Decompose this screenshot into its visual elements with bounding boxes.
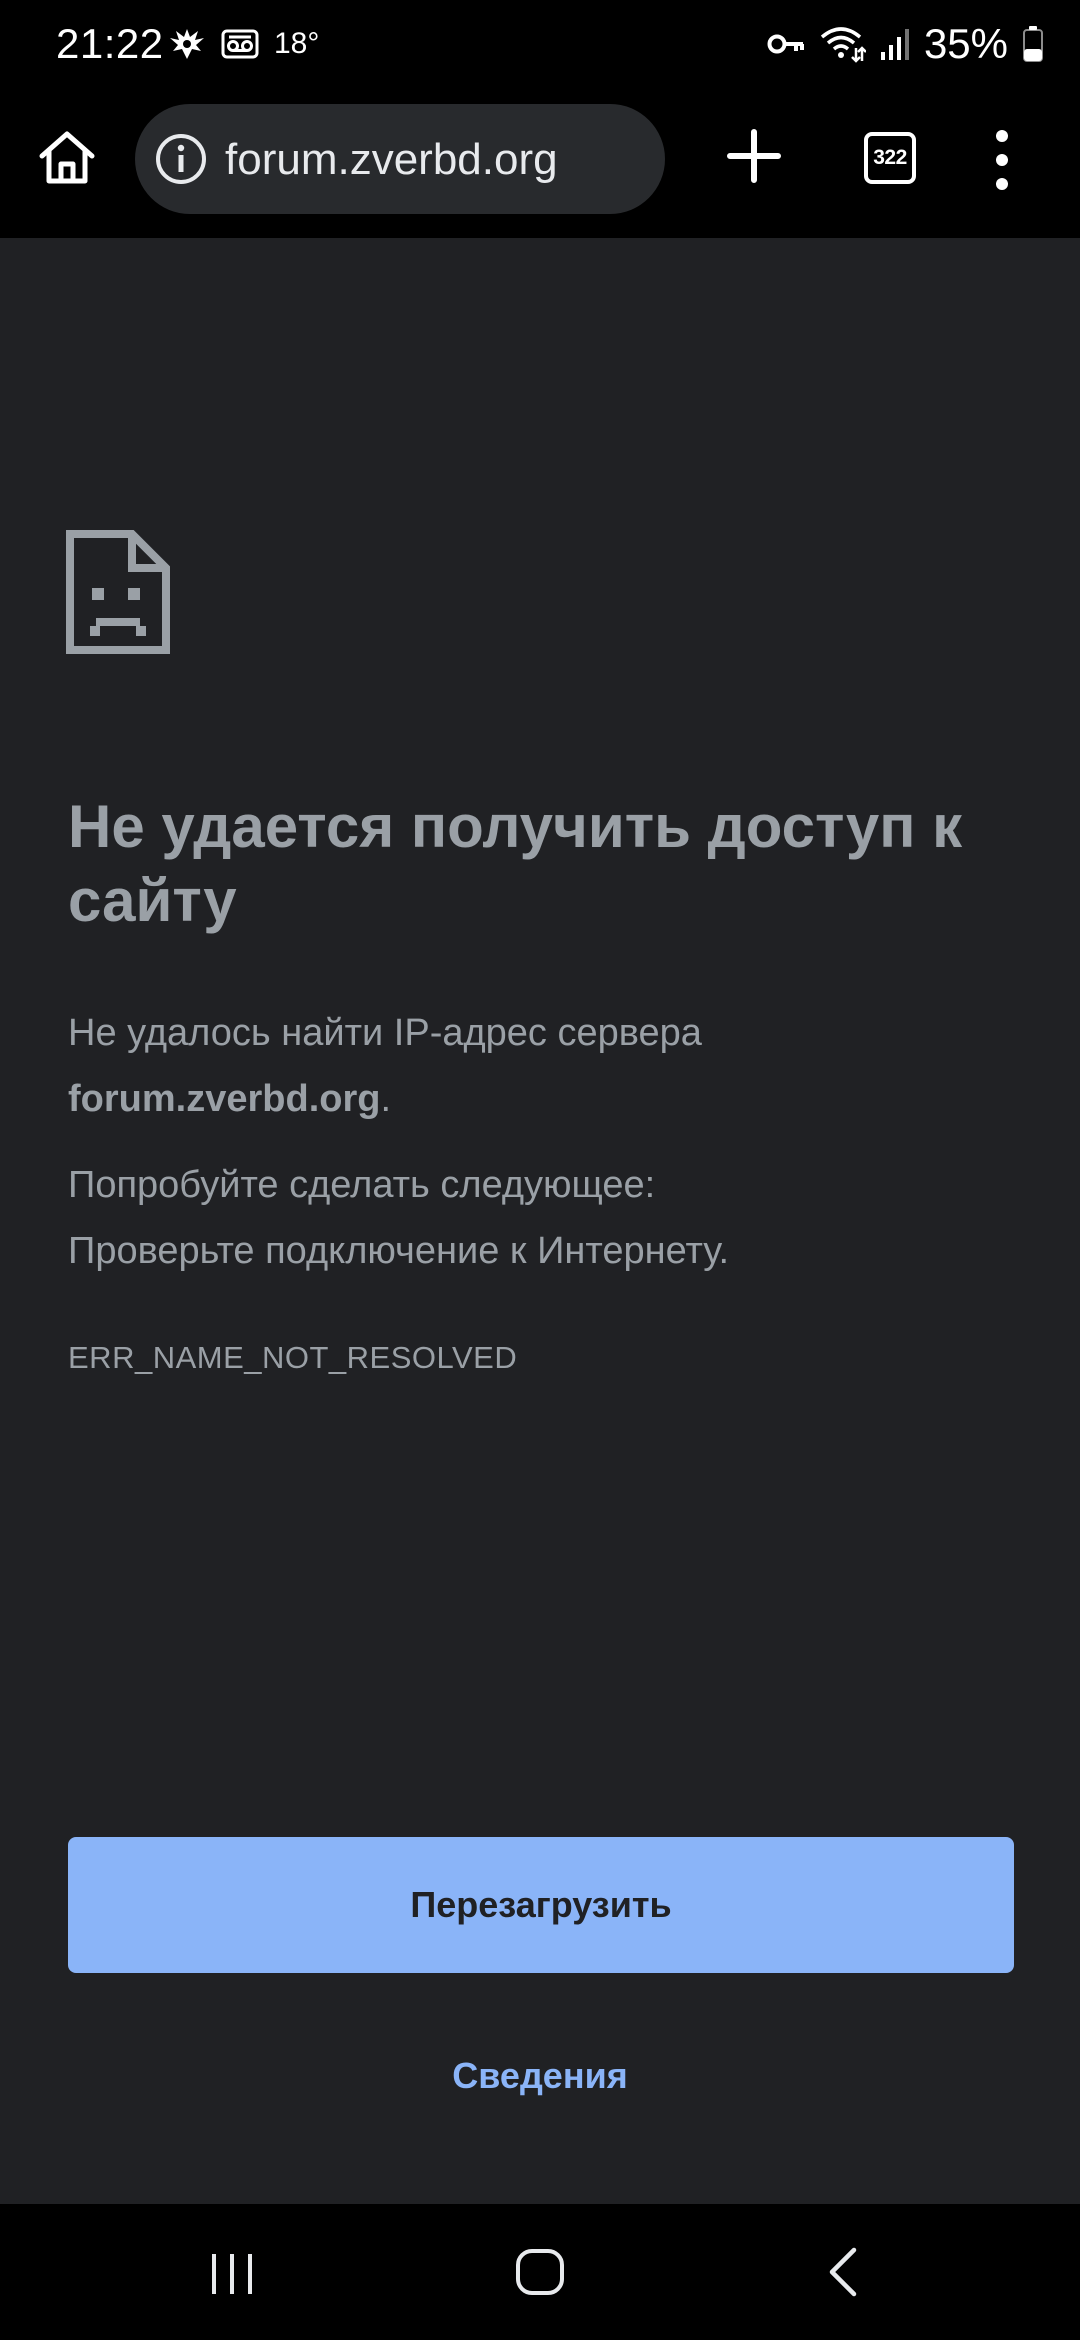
screen: 21:22 18° 35% forum.zverbd.org 322 Не уд… <box>0 0 1080 2340</box>
error-host: forum.zverbd.org <box>68 1078 381 1120</box>
battery-icon <box>1023 26 1043 62</box>
voicemail-icon <box>221 29 259 59</box>
vpn-key-icon <box>767 34 804 54</box>
browser-toolbar: forum.zverbd.org 322 <box>0 88 1080 238</box>
error-description-suffix: . <box>380 1078 392 1120</box>
plus-icon[interactable] <box>724 126 784 186</box>
tab-switcher-button[interactable]: 322 <box>864 132 916 184</box>
status-temperature: 18° <box>274 27 320 60</box>
home-button[interactable] <box>32 122 102 192</box>
address-bar[interactable]: forum.zverbd.org <box>135 104 665 214</box>
navigation-bar <box>0 2204 1080 2340</box>
battery-percentage: 35% <box>923 20 1008 67</box>
eagle-icon <box>170 29 204 59</box>
error-title: Не удается получить доступ к сайту <box>68 793 963 934</box>
home-icon <box>39 131 95 184</box>
error-description-text: Не удалось найти IP-адрес сервера <box>68 1012 702 1054</box>
sad-page-icon <box>66 530 170 654</box>
status-time: 21:22 <box>56 20 164 67</box>
error-description: Не удалось найти IP-адрес сервера forum.z… <box>68 1000 1028 1132</box>
error-suggestions: Попробуйте сделать следующее: Проверьте п… <box>68 1152 1028 1284</box>
suggestion-heading: Попробуйте сделать следующее: <box>68 1164 656 1206</box>
tab-count: 322 <box>873 146 907 169</box>
more-vert-icon[interactable] <box>982 128 1022 192</box>
suggestion-item: Проверьте подключение к Интернету. <box>68 1230 730 1272</box>
error-code: ERR_NAME_NOT_RESOLVED <box>68 1340 518 1375</box>
recents-icon[interactable] <box>196 2240 268 2304</box>
reload-button[interactable]: Перезагрузить <box>68 1837 1014 1973</box>
status-bar: 21:22 18° 35% <box>0 0 1080 88</box>
nav-home-icon[interactable] <box>504 2240 576 2304</box>
status-right-icons: 35% <box>766 18 1044 70</box>
url-text: forum.zverbd.org <box>225 135 558 184</box>
status-left-icons: 18° <box>168 24 319 64</box>
back-icon[interactable] <box>808 2240 880 2304</box>
info-icon[interactable] <box>155 133 207 185</box>
details-button[interactable]: Сведения <box>340 2052 740 2100</box>
signal-icon <box>880 29 909 60</box>
wifi-icon <box>820 27 866 63</box>
